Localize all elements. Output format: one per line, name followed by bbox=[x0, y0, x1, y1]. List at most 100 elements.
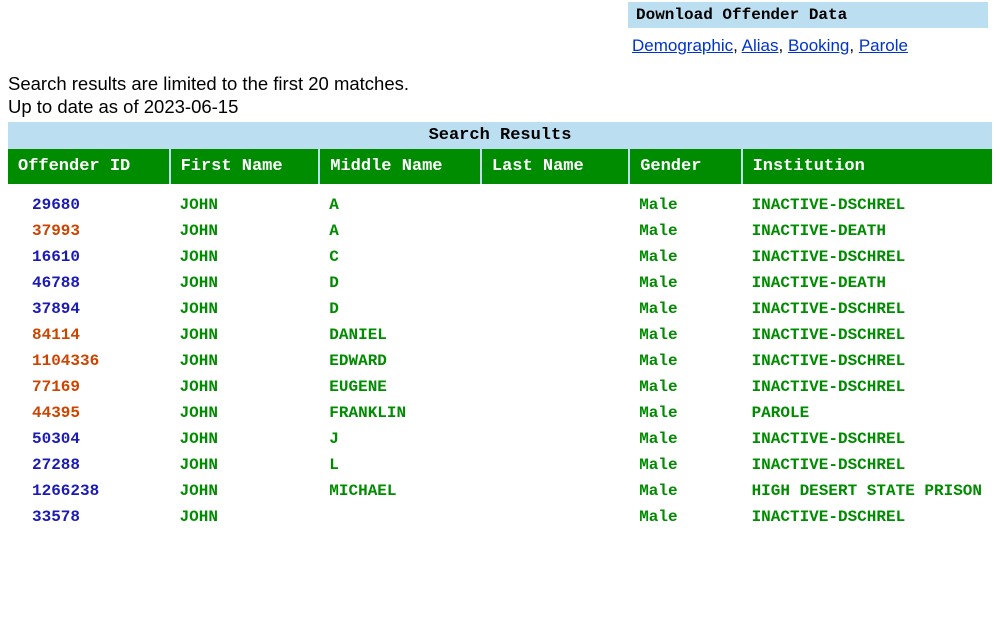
download-link-parole[interactable]: Parole bbox=[859, 36, 908, 55]
cell-institution: INACTIVE-DSCHREL bbox=[742, 322, 992, 348]
info-text: Search results are limited to the first … bbox=[0, 64, 1000, 122]
cell-last-name bbox=[481, 426, 629, 452]
cell-gender: Male bbox=[629, 184, 741, 218]
cell-middle-name: DANIEL bbox=[319, 322, 481, 348]
table-row: 37993JOHNAMaleINACTIVE-DEATH bbox=[8, 218, 992, 244]
offender-id-link[interactable]: 37894 bbox=[32, 300, 80, 318]
cell-middle-name: C bbox=[319, 244, 481, 270]
cell-last-name bbox=[481, 348, 629, 374]
cell-last-name bbox=[481, 400, 629, 426]
cell-first-name: JOHN bbox=[170, 478, 320, 504]
offender-id-link[interactable]: 37993 bbox=[32, 222, 80, 240]
cell-gender: Male bbox=[629, 504, 741, 530]
cell-gender: Male bbox=[629, 270, 741, 296]
offender-id-link[interactable]: 44395 bbox=[32, 404, 80, 422]
offender-id-link[interactable]: 1266238 bbox=[32, 482, 99, 500]
cell-gender: Male bbox=[629, 296, 741, 322]
offender-id-link[interactable]: 84114 bbox=[32, 326, 80, 344]
table-header-row: Offender ID First Name Middle Name Last … bbox=[8, 149, 992, 184]
table-row: 77169JOHNEUGENEMaleINACTIVE-DSCHREL bbox=[8, 374, 992, 400]
cell-middle-name: FRANKLIN bbox=[319, 400, 481, 426]
cell-offender-id: 1266238 bbox=[8, 478, 170, 504]
cell-first-name: JOHN bbox=[170, 348, 320, 374]
cell-offender-id: 27288 bbox=[8, 452, 170, 478]
cell-offender-id: 1104336 bbox=[8, 348, 170, 374]
offender-id-link[interactable]: 27288 bbox=[32, 456, 80, 474]
cell-first-name: JOHN bbox=[170, 244, 320, 270]
offender-id-link[interactable]: 77169 bbox=[32, 378, 80, 396]
cell-gender: Male bbox=[629, 374, 741, 400]
cell-last-name bbox=[481, 218, 629, 244]
table-row: 84114JOHNDANIELMaleINACTIVE-DSCHREL bbox=[8, 322, 992, 348]
offender-id-link[interactable]: 50304 bbox=[32, 430, 80, 448]
download-header: Download Offender Data bbox=[628, 2, 988, 28]
cell-institution: INACTIVE-DSCHREL bbox=[742, 296, 992, 322]
cell-first-name: JOHN bbox=[170, 504, 320, 530]
download-link-alias[interactable]: Alias bbox=[742, 36, 779, 55]
cell-last-name bbox=[481, 270, 629, 296]
col-middle-name: Middle Name bbox=[319, 149, 481, 184]
cell-gender: Male bbox=[629, 322, 741, 348]
cell-gender: Male bbox=[629, 400, 741, 426]
download-links: Demographic, Alias, Booking, Parole bbox=[628, 28, 988, 64]
cell-gender: Male bbox=[629, 452, 741, 478]
table-row: 1266238 JOHNMICHAEL MaleHIGH DESERT STATE … bbox=[8, 478, 992, 504]
cell-offender-id: 33578 bbox=[8, 504, 170, 530]
cell-institution: INACTIVE-DSCHREL bbox=[742, 184, 992, 218]
cell-middle-name: D bbox=[319, 296, 481, 322]
cell-last-name bbox=[481, 322, 629, 348]
table-row: 46788JOHNDMaleINACTIVE-DEATH bbox=[8, 270, 992, 296]
offender-id-link[interactable]: 1104336 bbox=[32, 352, 99, 370]
results-title: Search Results bbox=[8, 122, 992, 149]
info-line2: Up to date as of 2023-06-15 bbox=[8, 96, 238, 117]
cell-last-name bbox=[481, 184, 629, 218]
download-link-booking[interactable]: Booking bbox=[788, 36, 849, 55]
cell-institution: INACTIVE-DSCHREL bbox=[742, 348, 992, 374]
cell-institution: INACTIVE-DSCHREL bbox=[742, 374, 992, 400]
cell-offender-id: 44395 bbox=[8, 400, 170, 426]
cell-offender-id: 50304 bbox=[8, 426, 170, 452]
col-last-name: Last Name bbox=[481, 149, 629, 184]
table-row: 33578 JOHN MaleINACTIVE-DSCHREL bbox=[8, 504, 992, 530]
cell-middle-name: A bbox=[319, 184, 481, 218]
cell-middle-name bbox=[319, 504, 481, 530]
offender-id-link[interactable]: 29680 bbox=[32, 196, 80, 214]
cell-first-name: JOHN bbox=[170, 184, 320, 218]
offender-id-link[interactable]: 46788 bbox=[32, 274, 80, 292]
cell-middle-name: EDWARD bbox=[319, 348, 481, 374]
col-institution: Institution bbox=[742, 149, 992, 184]
cell-last-name bbox=[481, 478, 629, 504]
cell-middle-name: J bbox=[319, 426, 481, 452]
cell-first-name: JOHN bbox=[170, 426, 320, 452]
col-offender-id: Offender ID bbox=[8, 149, 170, 184]
cell-offender-id: 77169 bbox=[8, 374, 170, 400]
cell-institution: INACTIVE-DSCHREL bbox=[742, 504, 992, 530]
col-gender: Gender bbox=[629, 149, 741, 184]
cell-offender-id: 29680 bbox=[8, 184, 170, 218]
results-table: Offender ID First Name Middle Name Last … bbox=[8, 149, 992, 530]
cell-institution: INACTIVE-DEATH bbox=[742, 218, 992, 244]
cell-offender-id: 37993 bbox=[8, 218, 170, 244]
cell-gender: Male bbox=[629, 478, 741, 504]
download-link-demographic[interactable]: Demographic bbox=[632, 36, 733, 55]
cell-first-name: JOHN bbox=[170, 400, 320, 426]
cell-first-name: JOHN bbox=[170, 218, 320, 244]
offender-id-link[interactable]: 33578 bbox=[32, 508, 80, 526]
offender-id-link[interactable]: 16610 bbox=[32, 248, 80, 266]
cell-institution: INACTIVE-DSCHREL bbox=[742, 244, 992, 270]
cell-institution: PAROLE bbox=[742, 400, 992, 426]
table-row: 37894JOHNDMaleINACTIVE-DSCHREL bbox=[8, 296, 992, 322]
cell-offender-id: 16610 bbox=[8, 244, 170, 270]
table-row: 1104336JOHNEDWARDMaleINACTIVE-DSCHREL bbox=[8, 348, 992, 374]
cell-last-name bbox=[481, 504, 629, 530]
cell-first-name: JOHN bbox=[170, 374, 320, 400]
cell-middle-name: L bbox=[319, 452, 481, 478]
cell-offender-id: 37894 bbox=[8, 296, 170, 322]
cell-middle-name: MICHAEL bbox=[319, 478, 481, 504]
cell-offender-id: 46788 bbox=[8, 270, 170, 296]
table-row: 44395 JOHNFRANKLIN MalePAROLE bbox=[8, 400, 992, 426]
cell-institution: HIGH DESERT STATE PRISON bbox=[742, 478, 992, 504]
cell-institution: INACTIVE-DEATH bbox=[742, 270, 992, 296]
cell-last-name bbox=[481, 374, 629, 400]
cell-middle-name: A bbox=[319, 218, 481, 244]
